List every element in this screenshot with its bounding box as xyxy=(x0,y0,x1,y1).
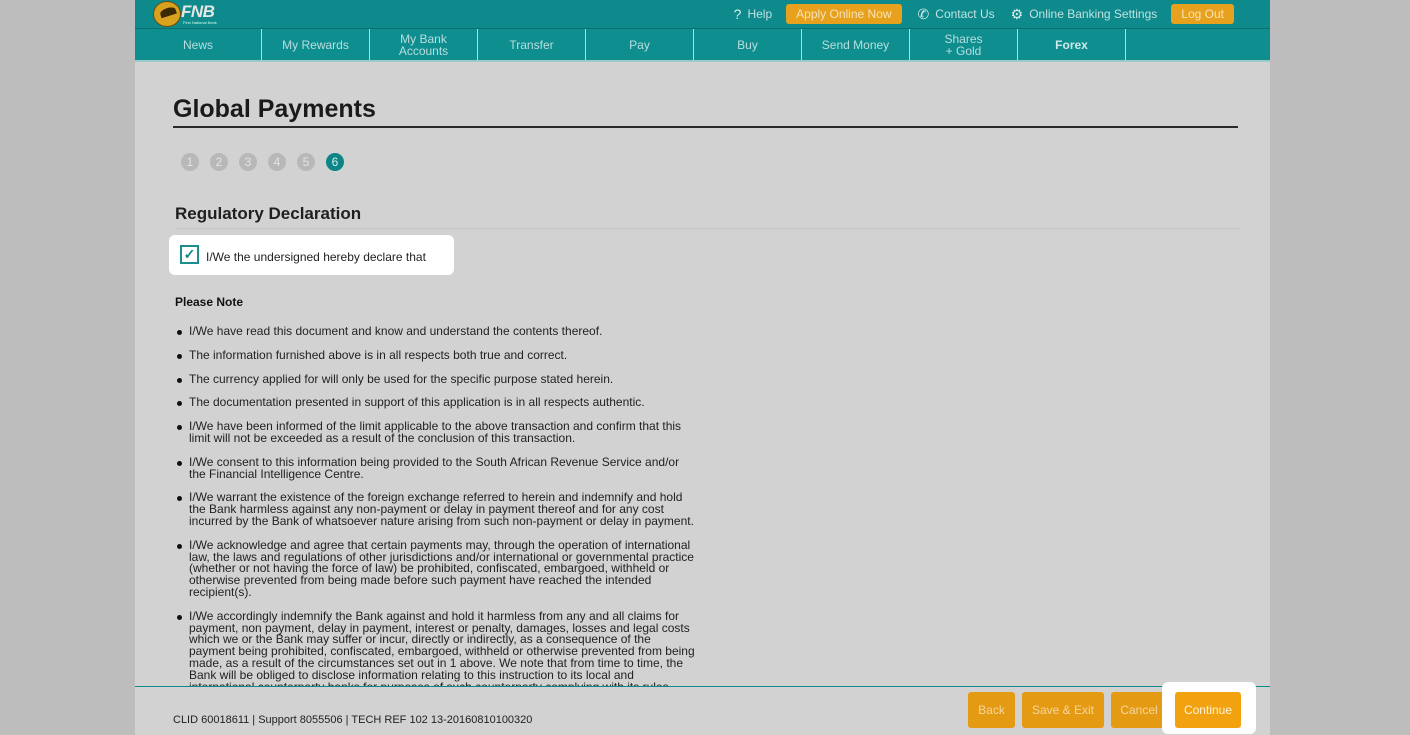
settings-link[interactable]: ⚙ Online Banking Settings xyxy=(1011,6,1158,23)
nav-shares-gold[interactable]: Shares + Gold xyxy=(910,29,1018,61)
nav-transfer[interactable]: Transfer xyxy=(478,29,586,61)
contact-link[interactable]: ✆ Contact Us xyxy=(918,6,995,23)
step-2[interactable]: 2 xyxy=(210,153,228,171)
fnb-logo[interactable]: FNB First National Bank xyxy=(153,0,243,28)
declaration-checkbox[interactable]: ✓ xyxy=(180,245,199,264)
nav-pay[interactable]: Pay xyxy=(586,29,694,61)
gear-icon: ⚙ xyxy=(1010,5,1024,22)
list-item: I/We acknowledge and agree that certain … xyxy=(175,539,695,599)
title-divider xyxy=(173,126,1238,128)
checkmark-icon: ✓ xyxy=(183,246,196,262)
top-bar: FNB First National Bank ? Help Apply Onl… xyxy=(135,0,1270,28)
section-title: Regulatory Declaration xyxy=(175,204,362,223)
step-6: 6 xyxy=(326,153,344,171)
section-divider xyxy=(175,228,1240,229)
list-item: I/We warrant the existence of the foreig… xyxy=(175,491,695,527)
step-3[interactable]: 3 xyxy=(239,153,257,171)
question-icon: ? xyxy=(733,6,742,22)
footer-reference: CLID 60018611 | Support 8055506 | TECH R… xyxy=(173,714,533,726)
settings-label: Online Banking Settings xyxy=(1029,7,1158,21)
step-1[interactable]: 1 xyxy=(181,153,199,171)
nav-buy[interactable]: Buy xyxy=(694,29,802,61)
declaration-highlight: ✓ I/We the undersigned hereby declare th… xyxy=(169,235,454,275)
nav-my-rewards[interactable]: My Rewards xyxy=(262,29,370,61)
help-link[interactable]: ? Help xyxy=(734,6,772,22)
save-exit-button[interactable]: Save & Exit xyxy=(1022,692,1104,728)
help-label: Help xyxy=(747,7,773,21)
nav-underline xyxy=(135,60,1270,62)
step-indicator: 1 2 3 4 5 6 xyxy=(181,153,344,171)
contact-label: Contact Us xyxy=(935,7,995,21)
main-nav: News My Rewards My Bank Accounts Transfe… xyxy=(135,28,1270,62)
nav-my-bank-accounts[interactable]: My Bank Accounts xyxy=(370,29,478,61)
list-item: The information furnished above is in al… xyxy=(175,349,695,362)
step-4[interactable]: 4 xyxy=(268,153,286,171)
logout-button[interactable]: Log Out xyxy=(1171,4,1234,24)
notes-list: I/We have read this document and know an… xyxy=(175,326,695,688)
list-item: I/We have been informed of the limit app… xyxy=(175,420,695,445)
declaration-label[interactable]: I/We the undersigned hereby declare that xyxy=(206,250,426,264)
page-container: FNB First National Bank ? Help Apply Onl… xyxy=(135,0,1270,735)
page-title: Global Payments xyxy=(173,95,376,123)
nav-forex[interactable]: Forex xyxy=(1018,29,1126,61)
logo-text: FNB xyxy=(181,2,215,21)
phone-icon: ✆ xyxy=(917,5,930,22)
logo-tagline: First National Bank xyxy=(183,20,217,25)
nav-send-money[interactable]: Send Money xyxy=(802,29,910,61)
footer-bar: CLID 60018611 | Support 8055506 | TECH R… xyxy=(135,682,1270,735)
please-note-heading: Please Note xyxy=(175,295,244,309)
top-links: ? Help Apply Online Now ✆ Contact Us ⚙ O… xyxy=(718,2,1234,26)
fnb-tree-icon xyxy=(153,1,181,27)
list-item: I/We consent to this information being p… xyxy=(175,456,695,481)
list-item: The documentation presented in support o… xyxy=(175,396,695,409)
list-item: The currency applied for will only be us… xyxy=(175,373,695,386)
cancel-button[interactable]: Cancel xyxy=(1111,692,1167,728)
nav-news[interactable]: News xyxy=(135,29,262,61)
apply-online-button[interactable]: Apply Online Now xyxy=(786,4,902,24)
list-item: I/We have read this document and know an… xyxy=(175,326,695,338)
back-button[interactable]: Back xyxy=(968,692,1015,728)
step-5[interactable]: 5 xyxy=(297,153,315,171)
list-item: I/We accordingly indemnify the Bank agai… xyxy=(175,610,695,688)
continue-button[interactable]: Continue xyxy=(1175,692,1241,728)
